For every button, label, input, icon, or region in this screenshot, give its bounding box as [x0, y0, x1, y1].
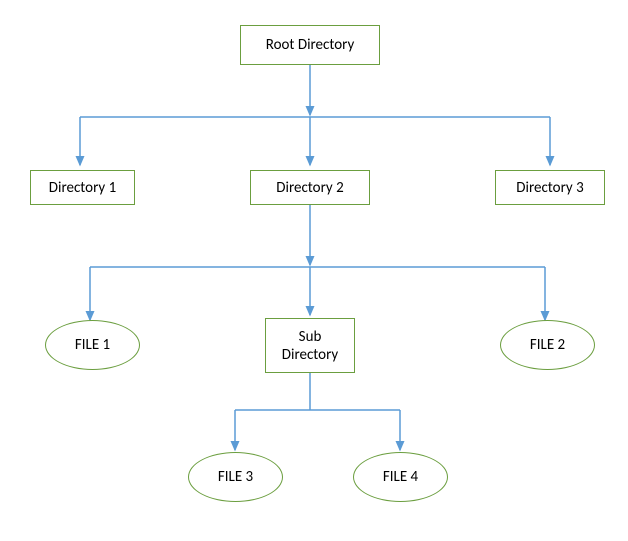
file-1-node: FILE 1 [45, 320, 140, 370]
directory-1-label: Directory 1 [49, 179, 116, 197]
directory-2-box: Directory 2 [250, 170, 370, 205]
file-3-label: FILE 3 [218, 468, 253, 486]
file-3-node: FILE 3 [188, 452, 283, 502]
sub-directory-label: Sub Directory [270, 328, 350, 364]
root-directory-box: Root Directory [240, 25, 380, 65]
file-2-label: FILE 2 [530, 336, 565, 354]
directory-3-label: Directory 3 [516, 179, 583, 197]
sub-directory-box: Sub Directory [265, 318, 355, 373]
file-4-node: FILE 4 [353, 452, 448, 502]
connector-layer [0, 0, 628, 541]
file-1-label: FILE 1 [75, 336, 110, 354]
directory-2-label: Directory 2 [276, 179, 343, 197]
file-4-label: FILE 4 [383, 468, 418, 486]
root-directory-label: Root Directory [266, 36, 354, 54]
file-2-node: FILE 2 [500, 320, 595, 370]
directory-1-box: Directory 1 [30, 170, 135, 205]
directory-3-box: Directory 3 [495, 170, 605, 205]
